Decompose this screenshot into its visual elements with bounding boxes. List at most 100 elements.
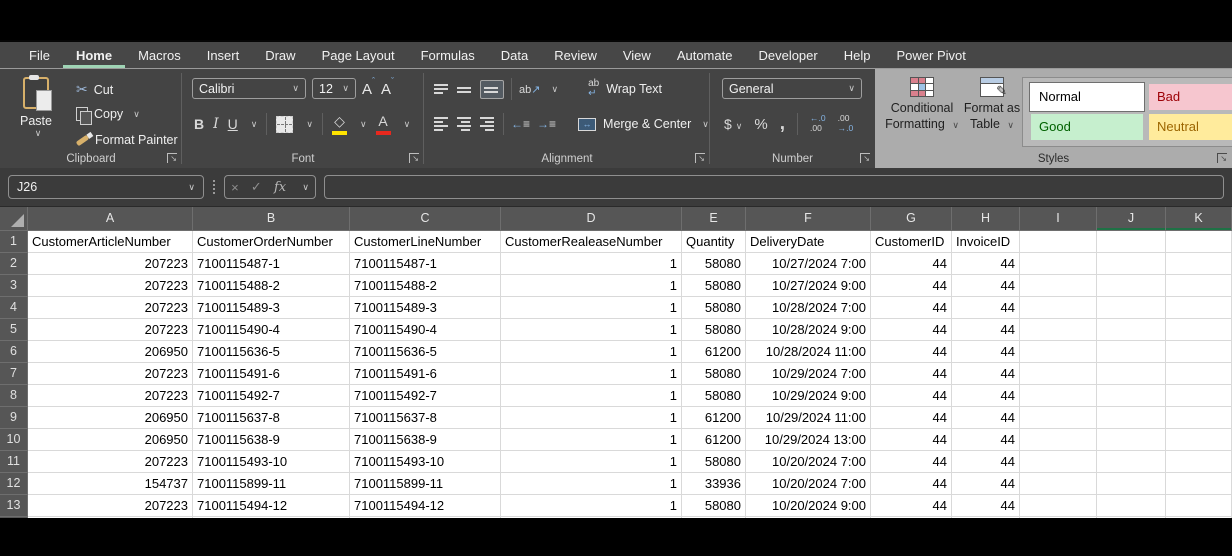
tab-help[interactable]: Help [831,42,884,68]
tab-data[interactable]: Data [488,42,541,68]
cell-I12[interactable] [1020,473,1097,495]
tab-view[interactable]: View [610,42,664,68]
cell-A6[interactable]: 206950 [28,341,193,363]
cell-B8[interactable]: 7100115492-7 [193,385,350,407]
cell-D12[interactable]: 1 [501,473,682,495]
cell-F8[interactable]: 10/29/2024 9:00 [746,385,871,407]
cell-E4[interactable]: 58080 [682,297,746,319]
cell-H13[interactable]: 44 [952,495,1020,517]
alignment-dialog-launcher[interactable]: ↘ [695,153,705,163]
fill-color-button[interactable]: ◇ [332,114,347,135]
cell-D2[interactable]: 1 [501,253,682,275]
cell-K7[interactable] [1166,363,1232,385]
cell-E2[interactable]: 58080 [682,253,746,275]
row-header-12[interactable]: 12 [0,473,28,495]
cell-F11[interactable]: 10/20/2024 7:00 [746,451,871,473]
cell-I6[interactable] [1020,341,1097,363]
cell-F10[interactable]: 10/29/2024 13:00 [746,429,871,451]
cell-E11[interactable]: 58080 [682,451,746,473]
column-header-F[interactable]: F [746,207,871,231]
cell-A8[interactable]: 207223 [28,385,193,407]
cell-H8[interactable]: 44 [952,385,1020,407]
conditional-formatting-button[interactable]: Conditional Formatting ∨ [883,77,961,132]
cell-C13[interactable]: 7100115494-12 [350,495,501,517]
row-header-4[interactable]: 4 [0,297,28,319]
cell-J3[interactable] [1097,275,1166,297]
cell-K12[interactable] [1166,473,1232,495]
cell-F6[interactable]: 10/28/2024 11:00 [746,341,871,363]
cell-F7[interactable]: 10/29/2024 7:00 [746,363,871,385]
cell-J7[interactable] [1097,363,1166,385]
increase-decimal-button[interactable]: ←.0.00 [810,114,826,134]
merge-center-button[interactable]: Merge & Center [603,117,691,131]
row-header-10[interactable]: 10 [0,429,28,451]
cell-G1[interactable]: CustomerID [871,231,952,253]
cell-G6[interactable]: 44 [871,341,952,363]
align-left-button[interactable] [434,115,450,133]
cell-J4[interactable] [1097,297,1166,319]
cell-I10[interactable] [1020,429,1097,451]
cell-A12[interactable]: 154737 [28,473,193,495]
cell-C7[interactable]: 7100115491-6 [350,363,501,385]
cell-F1[interactable]: DeliveryDate [746,231,871,253]
cell-A4[interactable]: 207223 [28,297,193,319]
cell-I2[interactable] [1020,253,1097,275]
row-header-1[interactable]: 1 [0,231,28,253]
cell-B10[interactable]: 7100115638-9 [193,429,350,451]
cell-E3[interactable]: 58080 [682,275,746,297]
cell-K1[interactable] [1166,231,1232,253]
number-format-combo[interactable]: General∨ [722,78,862,99]
row-header-6[interactable]: 6 [0,341,28,363]
font-name-combo[interactable]: Calibri∨ [192,78,306,99]
column-header-J[interactable]: J [1097,207,1166,231]
font-size-combo[interactable]: 12∨ [312,78,356,99]
cell-K11[interactable] [1166,451,1232,473]
cell-D11[interactable]: 1 [501,451,682,473]
cell-J1[interactable] [1097,231,1166,253]
cell-G4[interactable]: 44 [871,297,952,319]
copy-button[interactable]: Copy ∨ [76,107,140,121]
cell-I5[interactable] [1020,319,1097,341]
cell-B1[interactable]: CustomerOrderNumber [193,231,350,253]
increase-indent-button[interactable]: →≡ [537,117,556,131]
select-all-corner[interactable] [0,207,28,231]
cell-H5[interactable]: 44 [952,319,1020,341]
cell-K2[interactable] [1166,253,1232,275]
row-header-5[interactable]: 5 [0,319,28,341]
cell-C2[interactable]: 7100115487-1 [350,253,501,275]
tab-file[interactable]: File [16,42,63,68]
cell-I4[interactable] [1020,297,1097,319]
tab-macros[interactable]: Macros [125,42,194,68]
tab-review[interactable]: Review [541,42,610,68]
cell-E10[interactable]: 61200 [682,429,746,451]
formula-bar-grip[interactable] [213,180,215,194]
cancel-icon[interactable]: × [231,180,239,195]
decrease-indent-button[interactable]: ←≡ [511,117,530,131]
cell-style-normal[interactable]: Normal [1031,84,1143,110]
enter-icon[interactable]: ✓ [251,179,262,195]
cell-A3[interactable]: 207223 [28,275,193,297]
cell-G8[interactable]: 44 [871,385,952,407]
cell-E13[interactable]: 58080 [682,495,746,517]
cell-G5[interactable]: 44 [871,319,952,341]
row-header-7[interactable]: 7 [0,363,28,385]
cell-H2[interactable]: 44 [952,253,1020,275]
cell-style-neutral[interactable]: Neutral [1149,114,1232,140]
cell-B3[interactable]: 7100115488-2 [193,275,350,297]
cell-H11[interactable]: 44 [952,451,1020,473]
cell-E7[interactable]: 58080 [682,363,746,385]
italic-button[interactable]: I [213,116,219,132]
column-header-A[interactable]: A [28,207,193,231]
column-header-E[interactable]: E [682,207,746,231]
cell-C8[interactable]: 7100115492-7 [350,385,501,407]
row-header-8[interactable]: 8 [0,385,28,407]
cell-I3[interactable] [1020,275,1097,297]
cell-I9[interactable] [1020,407,1097,429]
cell-D1[interactable]: CustomerRealeaseNumber [501,231,682,253]
font-color-button[interactable]: A [376,114,391,135]
cell-C9[interactable]: 7100115637-8 [350,407,501,429]
cell-B2[interactable]: 7100115487-1 [193,253,350,275]
cell-J6[interactable] [1097,341,1166,363]
bold-button[interactable]: B [194,116,204,132]
cell-K6[interactable] [1166,341,1232,363]
